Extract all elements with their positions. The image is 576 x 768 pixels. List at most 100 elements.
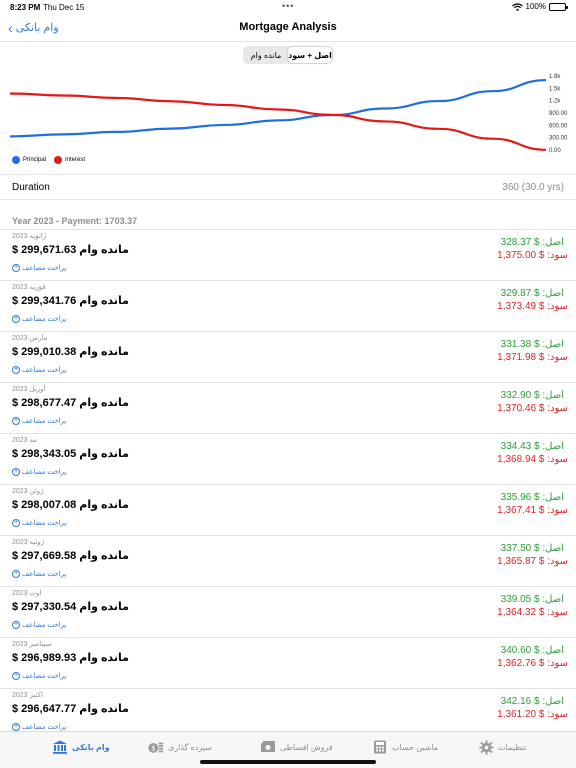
plus-circle-icon: +: [12, 519, 20, 527]
row-balance: $ 298,007.08 مانده وام: [12, 499, 129, 511]
prepay-label: پراخت مضاعف: [22, 316, 67, 323]
multitasking-dots-icon[interactable]: •••: [282, 1, 294, 11]
plus-circle-icon: +: [12, 672, 20, 680]
plus-circle-icon: +: [12, 723, 20, 731]
row-month: سپتامبر 2023: [12, 641, 52, 648]
tab-installment-sale-label: فروش اقساطی: [280, 742, 333, 752]
tab-deposit-label: سپرده گذاری: [168, 742, 212, 752]
prepay-button[interactable]: + پراخت مضاعف: [12, 417, 66, 425]
wifi-icon: [511, 2, 523, 11]
row-month: اکتبر 2023: [12, 692, 43, 699]
prepay-label: پراخت مضاعف: [22, 367, 67, 374]
legend-label-interest: Interest: [65, 157, 86, 163]
tab-installment-sale[interactable]: فروش اقساطی: [260, 738, 333, 756]
page-title: Mortgage Analysis: [239, 21, 337, 33]
row-month: ژوئن 2023: [12, 488, 44, 495]
y-tick-label: 1.8k: [549, 74, 561, 80]
tab-calculator[interactable]: ماشین حساب: [372, 738, 438, 756]
bank-icon: [52, 740, 68, 754]
prepay-button[interactable]: + پراخت مضاعف: [12, 366, 66, 374]
status-right: 100%: [511, 2, 568, 11]
series-line-interest: [9, 92, 547, 151]
prepay-label: پراخت مضاعف: [22, 520, 67, 527]
row-month: فوریه 2023: [12, 284, 46, 291]
legend-item-interest: Interest: [54, 156, 85, 164]
plus-circle-icon: +: [12, 621, 20, 629]
y-tick-label: 900.00: [549, 111, 568, 117]
plus-circle-icon: +: [12, 570, 20, 578]
row-interest: سود: $ 1,362.76: [497, 658, 568, 669]
y-tick-label: 1.2k: [549, 99, 561, 105]
calculator-icon: [372, 740, 388, 754]
table-row[interactable]: ژوئن 2023 $ 298,007.08 مانده وام + پراخت مض…: [0, 484, 576, 535]
table-row[interactable]: اوت 2023 $ 297,330.54 مانده وام + پراخت مضا…: [0, 586, 576, 637]
prepay-button[interactable]: + پراخت مضاعف: [12, 264, 66, 272]
segment-option-balance[interactable]: مانده وام: [244, 47, 288, 63]
row-interest: سود: $ 1,365.87: [497, 556, 568, 567]
mortgage-chart: 1.8k 1.5k 1.2k 900.00 600.00 300.00 0.00: [9, 74, 568, 154]
prepay-label: پراخت مضاعف: [22, 265, 67, 272]
tab-settings[interactable]: تنظیمات: [478, 738, 526, 756]
battery-icon: [549, 2, 568, 11]
prepay-button[interactable]: + پراخت مضاعف: [12, 315, 66, 323]
prepay-button[interactable]: + پراخت مضاعف: [12, 672, 66, 680]
plus-circle-icon: +: [12, 315, 20, 323]
row-balance: $ 297,669.58 مانده وام: [12, 550, 129, 562]
plus-circle-icon: +: [12, 417, 20, 425]
prepay-button[interactable]: + پراخت مضاعف: [12, 723, 66, 731]
row-balance: $ 299,671.63 مانده وام: [12, 244, 129, 256]
status-bar: 8:23 PM Thu Dec 15 ••• 100%: [0, 0, 576, 16]
tab-bank-loan[interactable]: وام بانکی: [52, 738, 110, 756]
row-principal: اصل: $ 337.50: [500, 543, 564, 554]
row-balance: $ 298,677.47 مانده وام: [12, 397, 129, 409]
prepay-button[interactable]: + پراخت مضاعف: [12, 519, 66, 527]
legend-swatch-interest: [54, 156, 63, 164]
prepay-button[interactable]: + پراخت مضاعف: [12, 468, 66, 476]
plus-circle-icon: +: [12, 264, 20, 272]
status-time: 8:23 PM: [10, 3, 41, 12]
row-month: آوریل 2023: [12, 386, 46, 393]
row-balance: $ 296,647.77 مانده وام: [12, 703, 129, 715]
y-tick-label: 1.5k: [549, 86, 561, 92]
row-interest: سود: $ 1,370.46: [497, 403, 568, 414]
table-row[interactable]: مارس 2023 $ 299,010.38 مانده وام + پراخت مض…: [0, 331, 576, 382]
row-interest: سود: $ 1,368.94: [497, 454, 568, 465]
row-interest: سود: $ 1,375.00: [497, 250, 568, 261]
tab-bank-loan-label: وام بانکی: [72, 742, 110, 752]
segment-option-principal-interest[interactable]: اصل + سود: [288, 47, 332, 63]
table-row[interactable]: فوریه 2023 $ 299,341.76 مانده وام + پراخت م…: [0, 280, 576, 331]
prepay-label: پراخت مضاعف: [22, 622, 67, 629]
row-month: مارس 2023: [12, 335, 48, 342]
cash-icon: [260, 740, 276, 754]
table-row[interactable]: آوریل 2023 $ 298,677.47 مانده وام + پراخت م…: [0, 382, 576, 433]
prepay-button[interactable]: + پراخت مضاعف: [12, 621, 66, 629]
row-month: مه 2023: [12, 437, 38, 444]
table-row[interactable]: سپتامبر 2023 $ 296,989.93 مانده وام + پراخت…: [0, 637, 576, 688]
duration-value: 360 (30.0 yrs): [502, 182, 564, 193]
status-date: Thu Dec 15: [43, 3, 85, 12]
row-balance: $ 299,341.76 مانده وام: [12, 295, 129, 307]
row-principal: اصل: $ 328.37: [500, 237, 564, 248]
row-balance: $ 299,010.38 مانده وام: [12, 346, 129, 358]
table-row[interactable]: ژوئیه 2023 $ 297,669.58 مانده وام + پراخت م…: [0, 535, 576, 586]
svg-text:$: $: [151, 744, 156, 753]
row-principal: اصل: $ 332.90: [500, 390, 564, 401]
table-row[interactable]: ژانویه 2023 $ 299,671.63 مانده وام + پراخت …: [0, 229, 576, 280]
gear-icon: [478, 739, 494, 755]
tab-deposit[interactable]: $ سپرده گذاری: [148, 738, 212, 756]
prepay-button[interactable]: + پراخت مضاعف: [12, 570, 66, 578]
plus-circle-icon: +: [12, 468, 20, 476]
table-row[interactable]: مه 2023 $ 298,343.05 مانده وام + پراخت مضاع…: [0, 433, 576, 484]
navigation-bar: ‹ وام بانکی Mortgage Analysis: [0, 16, 576, 42]
row-principal: اصل: $ 340.60: [500, 645, 564, 656]
row-interest: سود: $ 1,371.98: [497, 352, 568, 363]
row-balance: $ 296,989.93 مانده وام: [12, 652, 129, 664]
duration-row[interactable]: Duration 360 (30.0 yrs): [0, 174, 576, 200]
row-interest: سود: $ 1,364.32: [497, 607, 568, 618]
tab-settings-label: تنظیمات: [498, 742, 527, 752]
prepay-label: پراخت مضاعف: [22, 724, 67, 731]
coins-icon: $: [148, 740, 164, 754]
row-principal: اصل: $ 335.96: [500, 492, 564, 503]
view-segmented-control: مانده وام اصل + سود: [243, 46, 333, 64]
series-line-principal: [9, 79, 547, 138]
